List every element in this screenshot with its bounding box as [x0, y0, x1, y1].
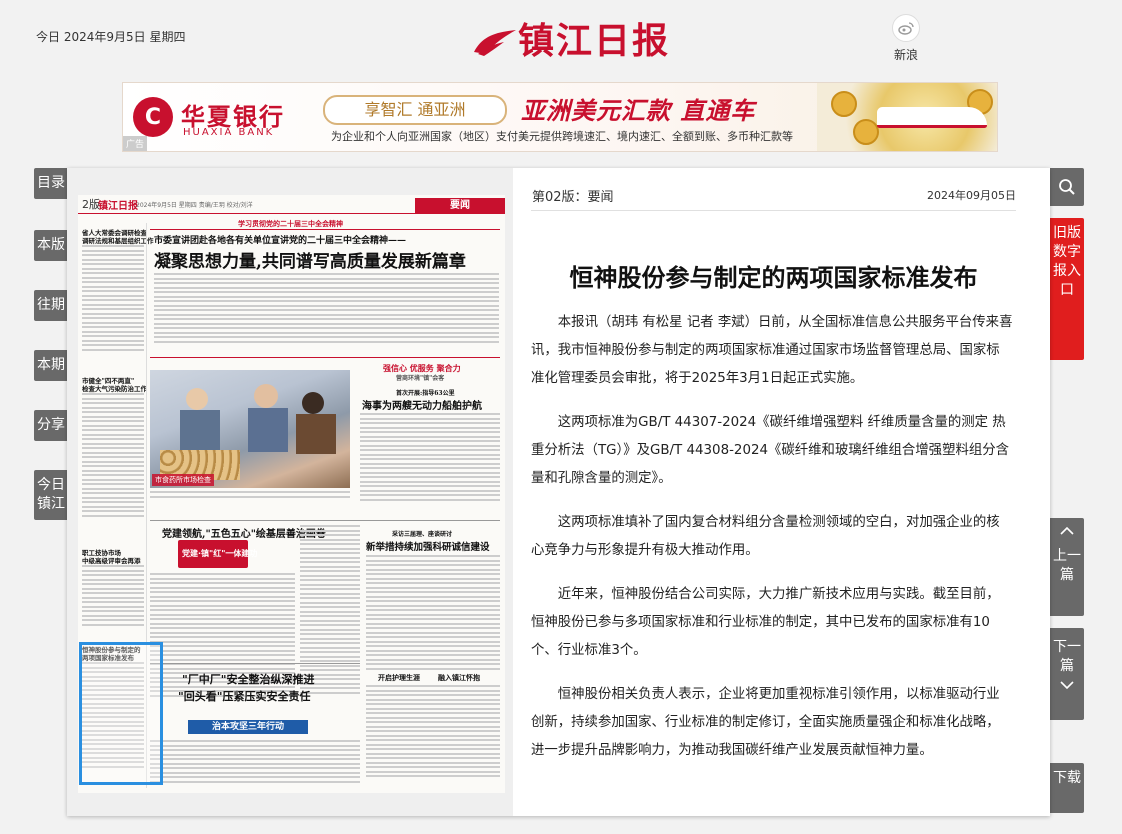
photo-caption: 市食药所市场检查: [152, 474, 214, 486]
nav-past-issues-button[interactable]: 往期: [34, 290, 68, 321]
next-article-button[interactable]: 下一篇: [1050, 628, 1084, 720]
article-section-label: 第02版：要闻: [532, 190, 614, 205]
nav-catalog-button[interactable]: 目录: [34, 168, 68, 199]
article-date: 2024年09月05日: [927, 189, 1016, 202]
left-col-text2: [82, 393, 144, 533]
ad-tag: 广告: [123, 136, 148, 151]
left-col-head2b: 检查大气污染防治工作: [82, 385, 147, 393]
prev-article-label: 上一篇: [1053, 548, 1081, 583]
ad-subline: 为企业和个人向亚洲国家（地区）支付美元提供跨境速汇、境内速汇、全额到账、多币种汇…: [331, 130, 793, 143]
right-headline[interactable]: 新举措持续加强科研诚信建设: [366, 539, 490, 553]
download-button[interactable]: 下载: [1050, 763, 1084, 813]
photo-caption-text: [150, 491, 350, 501]
huaxia-logo-icon: C: [133, 97, 173, 137]
search-button[interactable]: [1050, 168, 1084, 206]
nav-share-button[interactable]: 分享: [34, 410, 68, 441]
masthead-logo[interactable]: 镇江日报: [472, 10, 668, 62]
left-col-text1: [82, 245, 144, 365]
left-col-head1b: 调研法规和基层组织工作: [82, 237, 154, 245]
news-photo[interactable]: 市食药所市场检查: [150, 370, 350, 488]
article-paragraph: 这两项标准为GB/T 44307-2024《碳纤维增强塑料 纤维质量含量的测定 …: [531, 415, 1010, 486]
ad-train-image: [817, 83, 997, 151]
next-article-label: 下一篇: [1053, 639, 1081, 674]
page-section: 要闻: [415, 198, 505, 213]
mid-text: [360, 413, 500, 511]
old-version-entry-button[interactable]: 旧版数字报入口: [1050, 218, 1084, 360]
bottom-headline-2: "回头看"压紧压实安全责任: [178, 690, 311, 703]
right-text: [366, 555, 500, 685]
nav-today-zhenjiang-button[interactable]: 今日镇江: [34, 470, 68, 520]
article-body: 本报讯（胡玮 有松星 记者 李斌）日前，从全国标准信息公共服务平台传来喜讯，我市…: [531, 309, 1013, 781]
article-paragraph: 这两项标准填补了国内复合材料组分含量检测领域的空白，对加强企业的核心竞争力与形象…: [531, 515, 1000, 558]
bottom-right-2: 融入镇江怀抱: [438, 673, 480, 682]
chevron-up-icon: [1060, 526, 1074, 535]
selected-article-highlight[interactable]: [79, 642, 163, 785]
article-paragraph: 恒神股份相关负责人表示，企业将更加重视标准引领作用，以标准驱动行业创新，持续参加…: [531, 687, 1000, 758]
bottom-right-text: [366, 685, 500, 790]
ad-pill: 享智汇 通亚洲: [323, 95, 507, 125]
nav-this-page-button[interactable]: 本版: [34, 230, 68, 261]
article-panel: 第02版：要闻 2024年09月05日 恒神股份参与制定的两项国家标准发布 本报…: [513, 168, 1050, 816]
masthead-wing-icon: [474, 30, 516, 56]
box-sub: 营商环境"镇"会客: [396, 375, 445, 382]
nav-this-issue-button[interactable]: 本期: [34, 350, 68, 381]
weibo-share[interactable]: 新浪: [886, 14, 926, 63]
ad-banner[interactable]: C 华夏银行 HUAXIA BANK 享智汇 通亚洲 亚洲美元汇款 直通车 为企…: [122, 82, 998, 152]
page-paper-logo: 镇江日报: [98, 201, 138, 212]
masthead-title: 镇江日报: [518, 20, 671, 62]
weibo-label: 新浪: [893, 48, 918, 62]
mid-kicker: 首次开展:指导63公里: [396, 390, 455, 397]
banner-small: 学习贯彻党的二十届三中全会精神: [238, 219, 343, 228]
bottom-right-1[interactable]: 开启护理生涯: [378, 673, 420, 683]
mid-headline[interactable]: 海事为两艘无动力船舶护航: [362, 397, 482, 412]
article-paragraph: 近年来，恒神股份结合公司实际，大力推广新技术应用与实践。截至目前，恒神股份已参与…: [531, 587, 1000, 658]
left-col-head3b: 中级高级评审会再添: [82, 557, 141, 565]
reader-container: 2版 镇江日报 2024年9月5日 星期四 责编/王玥 校对/刘洋 要闻 学习贯…: [67, 168, 1050, 816]
party-logo: 党建·镇"红"一体建功: [182, 549, 258, 558]
ad-bank-name-en: HUAXIA BANK: [183, 127, 275, 138]
ad-slogan: 亚洲美元汇款 直通车: [521, 97, 756, 125]
page-header: 2版 镇江日报 2024年9月5日 星期四 责编/王玥 校对/刘洋 要闻: [78, 195, 505, 214]
weibo-icon: [892, 14, 920, 42]
lead-text: [154, 273, 499, 353]
prev-article-button[interactable]: 上一篇: [1050, 518, 1084, 616]
bottom-headline-1[interactable]: "厂中厂"安全整治纵深推进: [182, 671, 314, 687]
party-logo-box: 党建·镇"红"一体建功: [178, 540, 257, 568]
left-col-text3: [82, 565, 144, 635]
bottom-band: 治本攻坚三年行动: [188, 720, 308, 734]
chevron-down-icon: [1060, 681, 1074, 690]
page-date-line: 2024年9月5日 星期四 责编/王玥 校对/刘洋: [136, 202, 253, 209]
header-date: 今日 2024年9月5日 星期四: [36, 30, 186, 44]
right-kicker: 采访三届理、座谈研讨: [392, 531, 453, 538]
lead-headline: 凝聚思想力量,共同谱写高质量发展新篇章: [154, 252, 466, 272]
search-icon: [1059, 179, 1075, 195]
article-title: 恒神股份参与制定的两项国家标准发布: [569, 264, 978, 292]
bottom-text: [150, 740, 360, 790]
lead-kicker: 市委宣讲团赴各地各有关单位宣讲党的二十届三中全会精神——: [154, 236, 407, 246]
article-paragraph: 本报讯（胡玮 有松星 记者 李斌）日前，从全国标准信息公共服务平台传来喜讯，我市…: [531, 315, 1013, 386]
